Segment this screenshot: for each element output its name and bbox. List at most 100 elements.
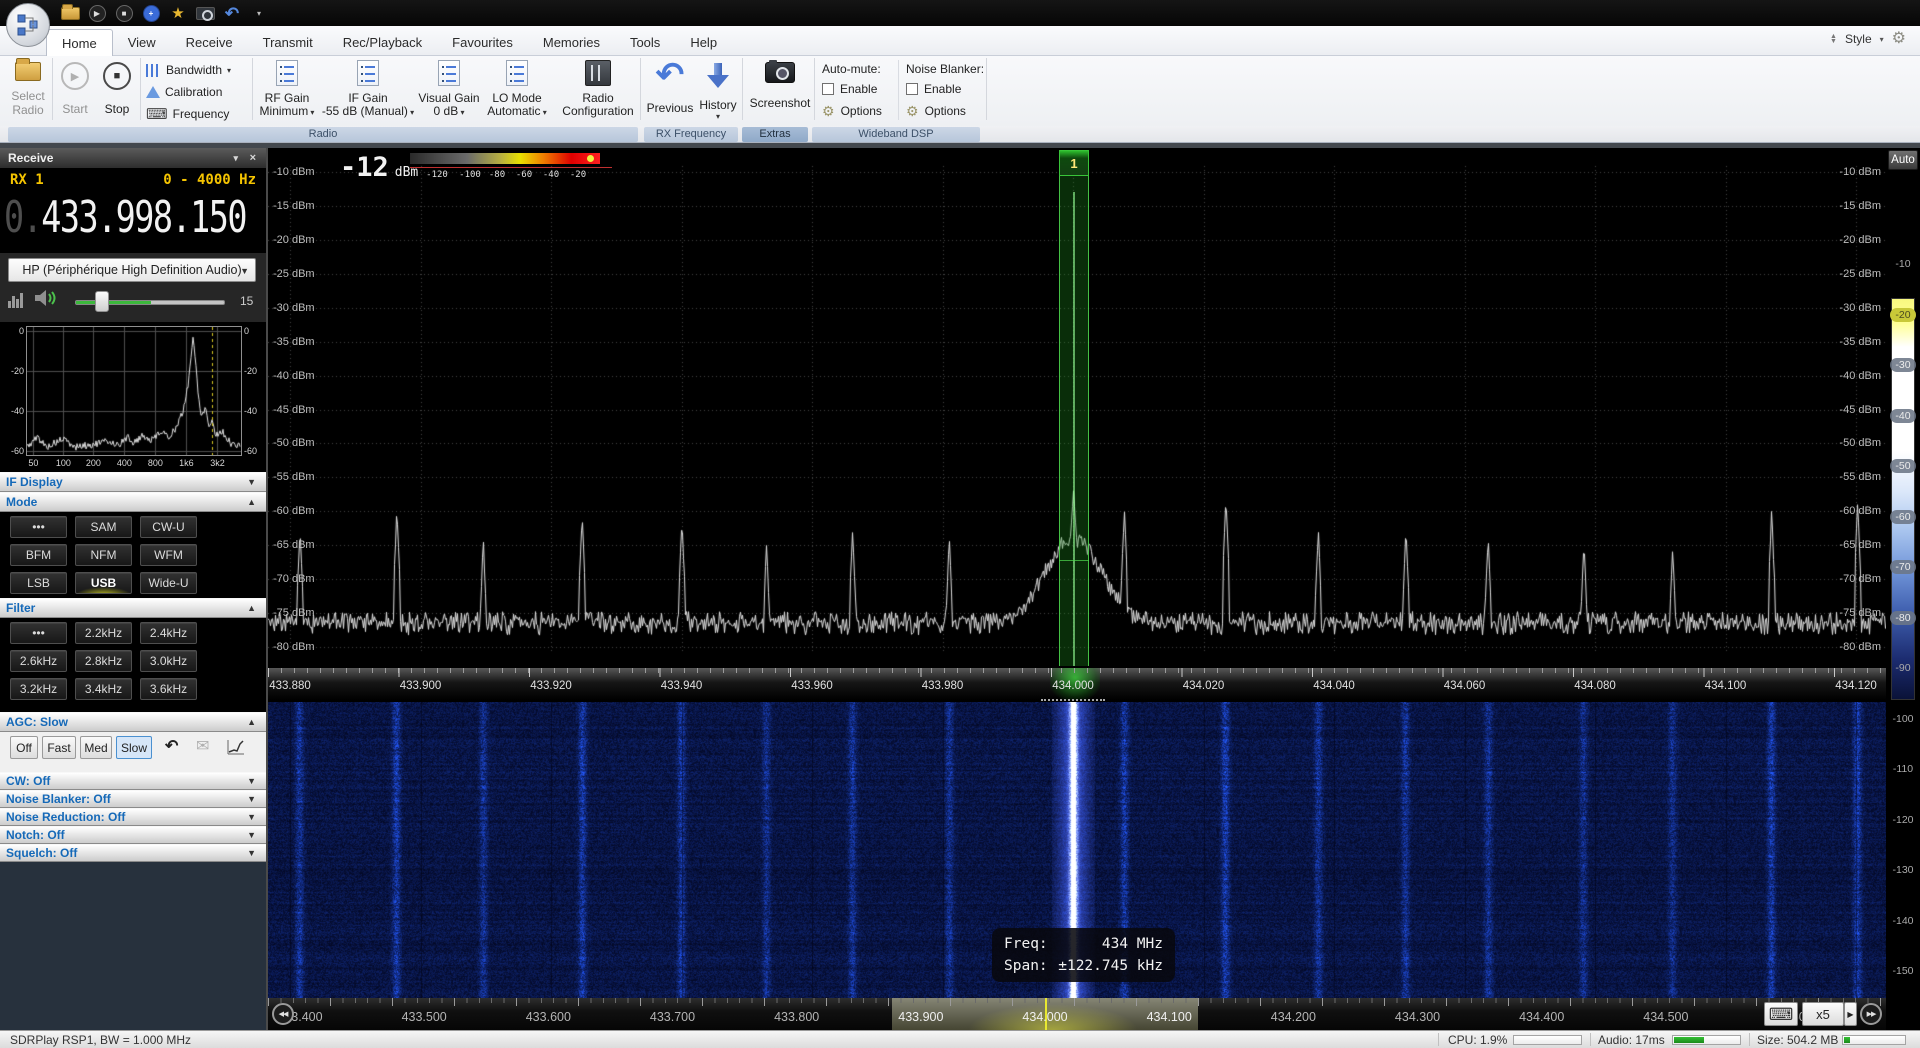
mode-button-wide-u[interactable]: Wide-U bbox=[140, 572, 197, 594]
noiseblanker-options-button[interactable]: ⚙ Options bbox=[906, 104, 966, 118]
stop-button[interactable]: ■ Stop bbox=[98, 62, 136, 116]
favourite-icon[interactable] bbox=[168, 3, 188, 23]
section-cw-off[interactable]: CW: Off▼ bbox=[0, 772, 266, 790]
history-button[interactable]: History ▾ bbox=[696, 62, 740, 121]
audio-device-select[interactable]: HP (Périphérique High Definition Audio) … bbox=[8, 258, 256, 282]
agc-envelope-icon[interactable]: ✉ bbox=[196, 738, 209, 756]
tab-tools[interactable]: Tools bbox=[615, 29, 675, 56]
mode-button-cw-u[interactable]: CW-U bbox=[140, 516, 197, 538]
filter-button-2-4khz[interactable]: 2.4kHz bbox=[140, 622, 197, 644]
style-chevron-down-icon[interactable]: ▾ bbox=[1880, 35, 1884, 44]
agc-undo-icon[interactable]: ↶ bbox=[165, 738, 178, 756]
device-status-text: SDRPlay RSP1, BW = 1.000 MHz bbox=[10, 1033, 191, 1047]
tab-home[interactable]: Home bbox=[46, 29, 113, 56]
equalizer-icon[interactable] bbox=[8, 290, 26, 308]
screenshot-button[interactable]: Screenshot bbox=[748, 62, 812, 110]
bandwidth-button[interactable]: Bandwidth ▾ bbox=[146, 60, 231, 80]
chevron-up-icon: ▲ bbox=[247, 713, 256, 732]
nav-zoom-expand-button[interactable]: ▶ bbox=[1844, 1002, 1857, 1026]
section-filter[interactable]: Filter ▲ bbox=[0, 598, 266, 618]
tab-favourites[interactable]: Favourites bbox=[437, 29, 528, 56]
section-mode[interactable]: Mode ▲ bbox=[0, 492, 266, 512]
section-if-display[interactable]: IF Display ▼ bbox=[0, 472, 266, 492]
section-agc[interactable]: AGC: Slow ▲ bbox=[0, 712, 266, 732]
nav-scroll-left-button[interactable]: ◀◀ bbox=[272, 1003, 294, 1025]
mode-button-lsb[interactable]: LSB bbox=[10, 572, 67, 594]
filter-button-dots[interactable]: ••• bbox=[10, 622, 67, 644]
nav-keyboard-button[interactable]: ⌨ bbox=[1764, 1002, 1798, 1026]
filter-button-3-0khz[interactable]: 3.0kHz bbox=[140, 650, 197, 672]
if-gain-button[interactable]: IF Gain-55 dB (Manual) ▾ bbox=[320, 60, 416, 119]
agc-button-med[interactable]: Med bbox=[80, 736, 112, 759]
agc-button-fast[interactable]: Fast bbox=[42, 736, 76, 759]
previous-button[interactable]: ↶ Previous bbox=[644, 60, 696, 115]
qat-more-icon[interactable]: ▾ bbox=[249, 3, 269, 23]
tab-receive[interactable]: Receive bbox=[171, 29, 248, 56]
filter-button-2-6khz[interactable]: 2.6kHz bbox=[10, 650, 67, 672]
section-notch-off[interactable]: Notch: Off▼ bbox=[0, 826, 266, 844]
tuning-marker-flag[interactable]: 1 bbox=[1059, 150, 1089, 176]
speaker-icon[interactable] bbox=[34, 288, 58, 308]
nav-zoom-button[interactable]: x5 bbox=[1802, 1002, 1844, 1026]
settings-gear-icon[interactable]: ⚙ bbox=[1892, 31, 1906, 47]
filter-button-3-2khz[interactable]: 3.2kHz bbox=[10, 678, 67, 700]
mode-button-nfm[interactable]: NFM bbox=[75, 544, 132, 566]
tab-memories[interactable]: Memories bbox=[528, 29, 615, 56]
receive-panel-header[interactable]: Receive ▾ × bbox=[0, 148, 266, 168]
play-icon[interactable]: ▶ bbox=[87, 3, 107, 23]
stop-icon[interactable]: ■ bbox=[114, 3, 134, 23]
section-noise-reduction-off[interactable]: Noise Reduction: Off▼ bbox=[0, 808, 266, 826]
frequency-display[interactable]: RX 1 0 - 4000 Hz 0.433.998.150 bbox=[0, 168, 266, 253]
collapse-ribbon-icon[interactable]: ▲▼ bbox=[1830, 34, 1837, 44]
tuned-frequency[interactable]: 0.433.998.150 bbox=[4, 192, 202, 243]
filter-button-3-6khz[interactable]: 3.6kHz bbox=[140, 678, 197, 700]
tab-rec-playback[interactable]: Rec/Playback bbox=[328, 29, 437, 56]
start-button[interactable]: ▶ Start bbox=[56, 62, 94, 116]
lo-mode-button[interactable]: LO ModeAutomatic ▾ bbox=[482, 60, 552, 119]
filter-button-2-8khz[interactable]: 2.8kHz bbox=[75, 650, 132, 672]
mode-button-bfm[interactable]: BFM bbox=[10, 544, 67, 566]
group-label-wideband-dsp[interactable]: Wideband DSP bbox=[812, 127, 980, 142]
noiseblanker-enable-checkbox[interactable]: Enable bbox=[906, 82, 961, 96]
automute-options-button[interactable]: ⚙ Options bbox=[822, 104, 882, 118]
palette-legend-bar[interactable] bbox=[410, 153, 600, 164]
camera-icon[interactable] bbox=[195, 3, 215, 23]
style-label[interactable]: Style bbox=[1845, 32, 1872, 46]
mode-button-dots[interactable]: ••• bbox=[10, 516, 67, 538]
group-label-rx-frequency[interactable]: RX Frequency bbox=[644, 127, 738, 142]
undo-icon[interactable]: ↶ bbox=[222, 3, 242, 23]
section-squelch-off[interactable]: Squelch: Off▼ bbox=[0, 844, 266, 862]
frequency-button[interactable]: ⌨ Frequency bbox=[146, 104, 229, 124]
spectrum-frequency-scale[interactable]: 433.880433.900433.920433.940433.960433.9… bbox=[268, 668, 1886, 700]
mode-button-wfm[interactable]: WFM bbox=[140, 544, 197, 566]
panel-chevron-down-icon[interactable]: ▾ bbox=[233, 148, 238, 168]
panel-close-icon[interactable]: × bbox=[250, 148, 256, 168]
filter-button-2-2khz[interactable]: 2.2kHz bbox=[75, 622, 132, 644]
agc-graph-icon[interactable] bbox=[226, 738, 246, 756]
volume-slider-handle[interactable] bbox=[95, 291, 109, 312]
group-label-radio[interactable]: Radio bbox=[8, 127, 638, 142]
filter-button-3-4khz[interactable]: 3.4kHz bbox=[75, 678, 132, 700]
tab-view[interactable]: View bbox=[113, 29, 171, 56]
tab-transmit[interactable]: Transmit bbox=[248, 29, 328, 56]
application-button[interactable] bbox=[6, 3, 50, 47]
nav-scroll-right-button[interactable]: ▶▶ bbox=[1860, 1003, 1882, 1025]
select-radio-button[interactable]: SelectRadio bbox=[6, 62, 50, 117]
auto-scale-button[interactable]: Auto bbox=[1888, 150, 1918, 170]
open-folder-icon[interactable] bbox=[60, 3, 80, 23]
rf-gain-button[interactable]: RF GainMinimum ▾ bbox=[256, 60, 318, 119]
af-spectrum-canvas[interactable] bbox=[26, 326, 242, 456]
calibration-button[interactable]: Calibration bbox=[146, 82, 222, 102]
mode-button-usb[interactable]: USB bbox=[75, 572, 132, 594]
tab-help[interactable]: Help bbox=[675, 29, 732, 56]
section-noise-blanker-off[interactable]: Noise Blanker: Off▼ bbox=[0, 790, 266, 808]
group-label-extras[interactable]: Extras bbox=[742, 127, 808, 142]
waterfall-nav-bar[interactable]: 433.400433.500433.600433.700433.800433.9… bbox=[268, 998, 1886, 1030]
radio-button[interactable]: RadioConfiguration bbox=[556, 60, 640, 118]
automute-enable-checkbox[interactable]: Enable bbox=[822, 82, 877, 96]
add-icon[interactable]: + bbox=[141, 3, 161, 23]
visual-gain-button[interactable]: Visual Gain0 dB ▾ bbox=[418, 60, 480, 119]
agc-button-off[interactable]: Off bbox=[10, 736, 38, 759]
agc-button-slow[interactable]: Slow bbox=[116, 736, 152, 759]
mode-button-sam[interactable]: SAM bbox=[75, 516, 132, 538]
